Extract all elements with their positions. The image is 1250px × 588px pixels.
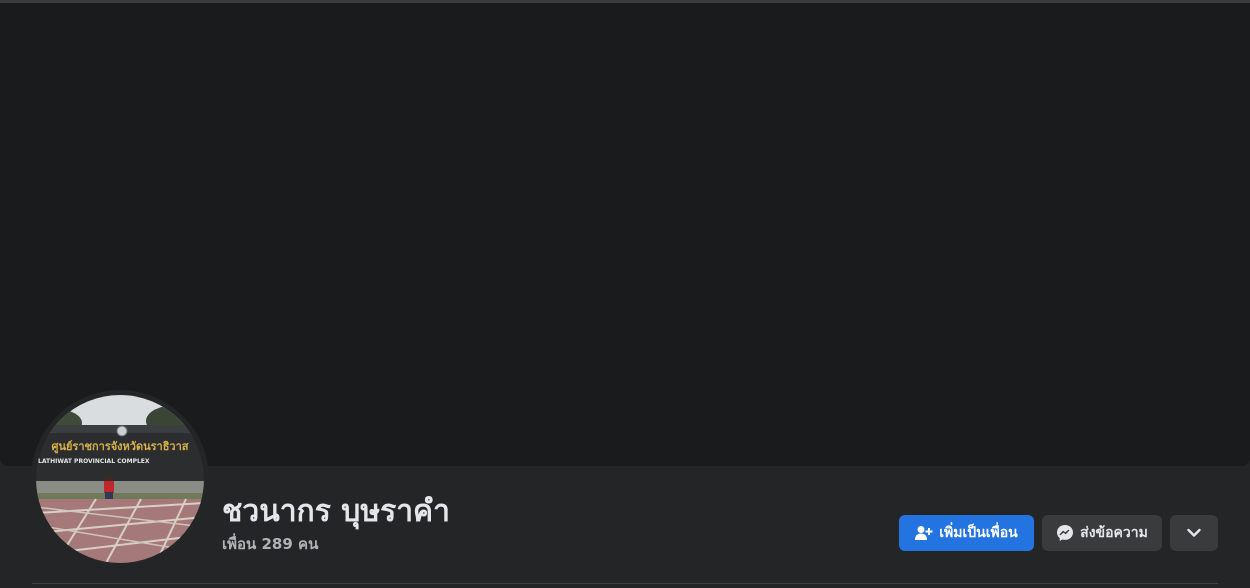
friends-count[interactable]: เพื่อน 289 คน	[222, 532, 318, 556]
add-friend-label: เพิ่มเป็นเพื่อน	[939, 525, 1018, 541]
avatar-sign-thai: ศูนย์ราชการจังหวัดนราธิวาส	[51, 440, 188, 454]
profile-name: ชวนากร บุษราคำ	[222, 494, 450, 529]
person-add-icon	[915, 525, 933, 541]
section-divider	[32, 583, 1218, 584]
add-friend-button[interactable]: เพิ่มเป็นเพื่อน	[899, 515, 1034, 551]
more-options-button[interactable]	[1170, 515, 1218, 551]
chevron-down-icon	[1187, 528, 1201, 538]
messenger-icon	[1056, 524, 1074, 542]
send-message-button[interactable]: ส่งข้อความ	[1042, 515, 1162, 551]
avatar-sign-english: LATHIWAT PROVINCIAL COMPLEX	[38, 458, 150, 465]
profile-picture[interactable]: ศูนย์ราชการจังหวัดนราธิวาส LATHIWAT PROV…	[36, 395, 204, 563]
cover-photo[interactable]	[0, 3, 1250, 466]
send-message-label: ส่งข้อความ	[1080, 525, 1148, 541]
